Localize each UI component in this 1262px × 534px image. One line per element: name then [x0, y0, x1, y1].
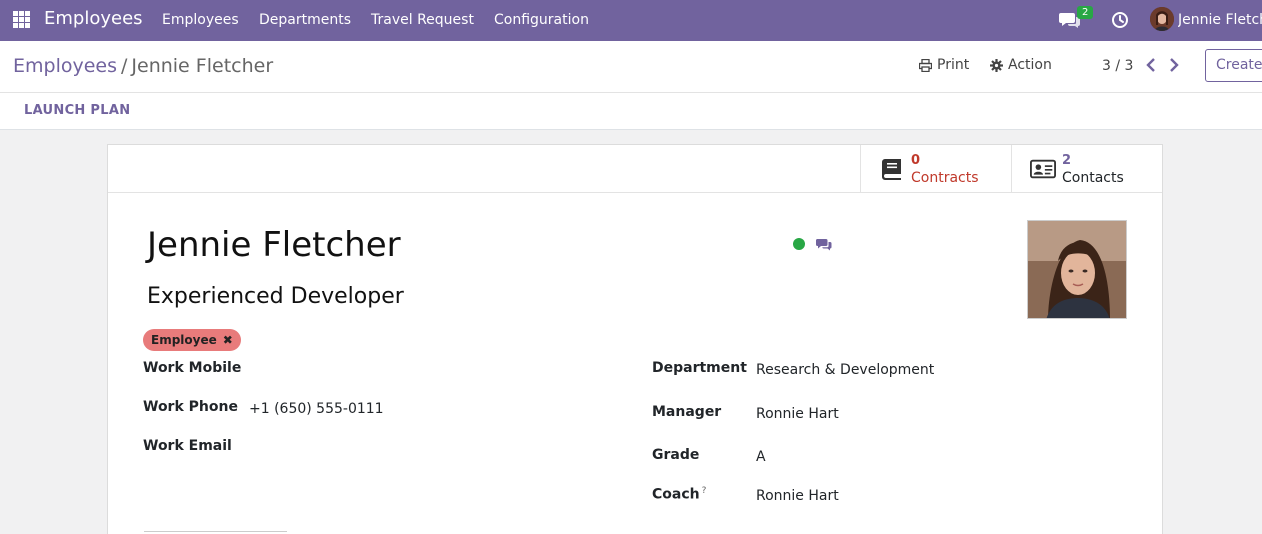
contracts-smart-button[interactable]: 0 Contracts — [860, 145, 1011, 193]
grade-label: Grade — [652, 447, 700, 463]
grade-input[interactable]: A — [756, 449, 766, 465]
breadcrumb-employees-link[interactable]: Employees — [13, 55, 117, 77]
menu-employees[interactable]: Employees — [162, 12, 239, 28]
book-icon — [882, 159, 901, 180]
work-email-label: Work Email — [143, 438, 232, 454]
coach-input[interactable]: Ronnie Hart — [756, 488, 839, 504]
employee-name-field[interactable]: Jennie Fletcher — [147, 225, 401, 265]
work-mobile-label: Work Mobile — [143, 360, 242, 376]
action-button[interactable]: Action — [990, 57, 1052, 73]
launch-plan-button[interactable]: LAUNCH PLAN — [24, 103, 130, 118]
employee-tag: Employee ✖ — [143, 329, 241, 351]
work-email-input[interactable] — [249, 439, 549, 457]
work-mobile-input[interactable] — [249, 361, 549, 379]
user-avatar[interactable] — [1150, 7, 1174, 31]
work-phone-label: Work Phone — [143, 399, 238, 415]
menu-configuration[interactable]: Configuration — [494, 12, 589, 28]
control-panel: Employees / Jennie Fletcher Print Action 3… — [0, 41, 1262, 93]
top-navbar: Employees Employees Departments Travel R… — [0, 0, 1262, 41]
chevron-right-icon[interactable] — [1167, 56, 1181, 74]
manager-label: Manager — [652, 404, 722, 420]
presence-status-icon — [793, 238, 805, 250]
menu-departments[interactable]: Departments — [259, 12, 351, 28]
pager-value[interactable]: 3 / 3 — [1102, 58, 1133, 74]
form-sheet: 0 Contracts 2 Contacts Jennie Fletcher E… — [107, 144, 1163, 534]
user-name[interactable]: Jennie Fletcher — [1178, 12, 1262, 28]
chevron-left-icon[interactable] — [1144, 56, 1158, 74]
action-label: Action — [1008, 57, 1052, 73]
activity-clock-icon[interactable] — [1111, 11, 1129, 29]
print-icon — [919, 58, 932, 72]
breadcrumb-separator: / — [121, 55, 128, 77]
coach-label-text: Coach — [652, 486, 700, 503]
print-label: Print — [937, 57, 970, 73]
breadcrumb: Employees / Jennie Fletcher — [13, 55, 273, 77]
menu-travel-request[interactable]: Travel Request — [371, 12, 474, 28]
tag-remove-icon[interactable]: ✖ — [223, 333, 233, 347]
manager-input[interactable]: Ronnie Hart — [756, 406, 839, 422]
help-tooltip-icon[interactable]: ? — [702, 486, 707, 496]
contracts-label: Contracts — [911, 170, 979, 186]
apps-grid-icon[interactable] — [13, 11, 30, 28]
chat-badge: 2 — [1077, 6, 1094, 19]
gear-icon — [990, 58, 1003, 72]
contacts-count: 2 — [1062, 153, 1072, 168]
contacts-smart-button[interactable]: 2 Contacts — [1011, 145, 1162, 193]
app-title[interactable]: Employees — [44, 8, 143, 29]
work-phone-input[interactable]: +1 (650) 555-0111 — [249, 401, 384, 417]
contracts-count: 0 — [911, 153, 921, 168]
breadcrumb-current: Jennie Fletcher — [131, 55, 274, 77]
job-title-field[interactable]: Experienced Developer — [147, 284, 404, 309]
contacts-label: Contacts — [1062, 170, 1124, 186]
create-button[interactable]: Create — [1205, 49, 1262, 82]
coach-label: Coach? — [652, 486, 706, 503]
notebook-tab-divider — [144, 531, 287, 532]
smart-button-box: 0 Contracts 2 Contacts — [108, 145, 1162, 193]
print-button[interactable]: Print — [919, 57, 969, 73]
tag-label: Employee — [151, 333, 217, 347]
department-label: Department — [652, 360, 747, 376]
employee-photo[interactable] — [1027, 220, 1127, 319]
id-card-icon — [1030, 159, 1056, 179]
chat-icon[interactable] — [816, 238, 832, 251]
form-statusbar: LAUNCH PLAN — [0, 93, 1262, 130]
department-input[interactable]: Research & Development — [756, 362, 934, 378]
